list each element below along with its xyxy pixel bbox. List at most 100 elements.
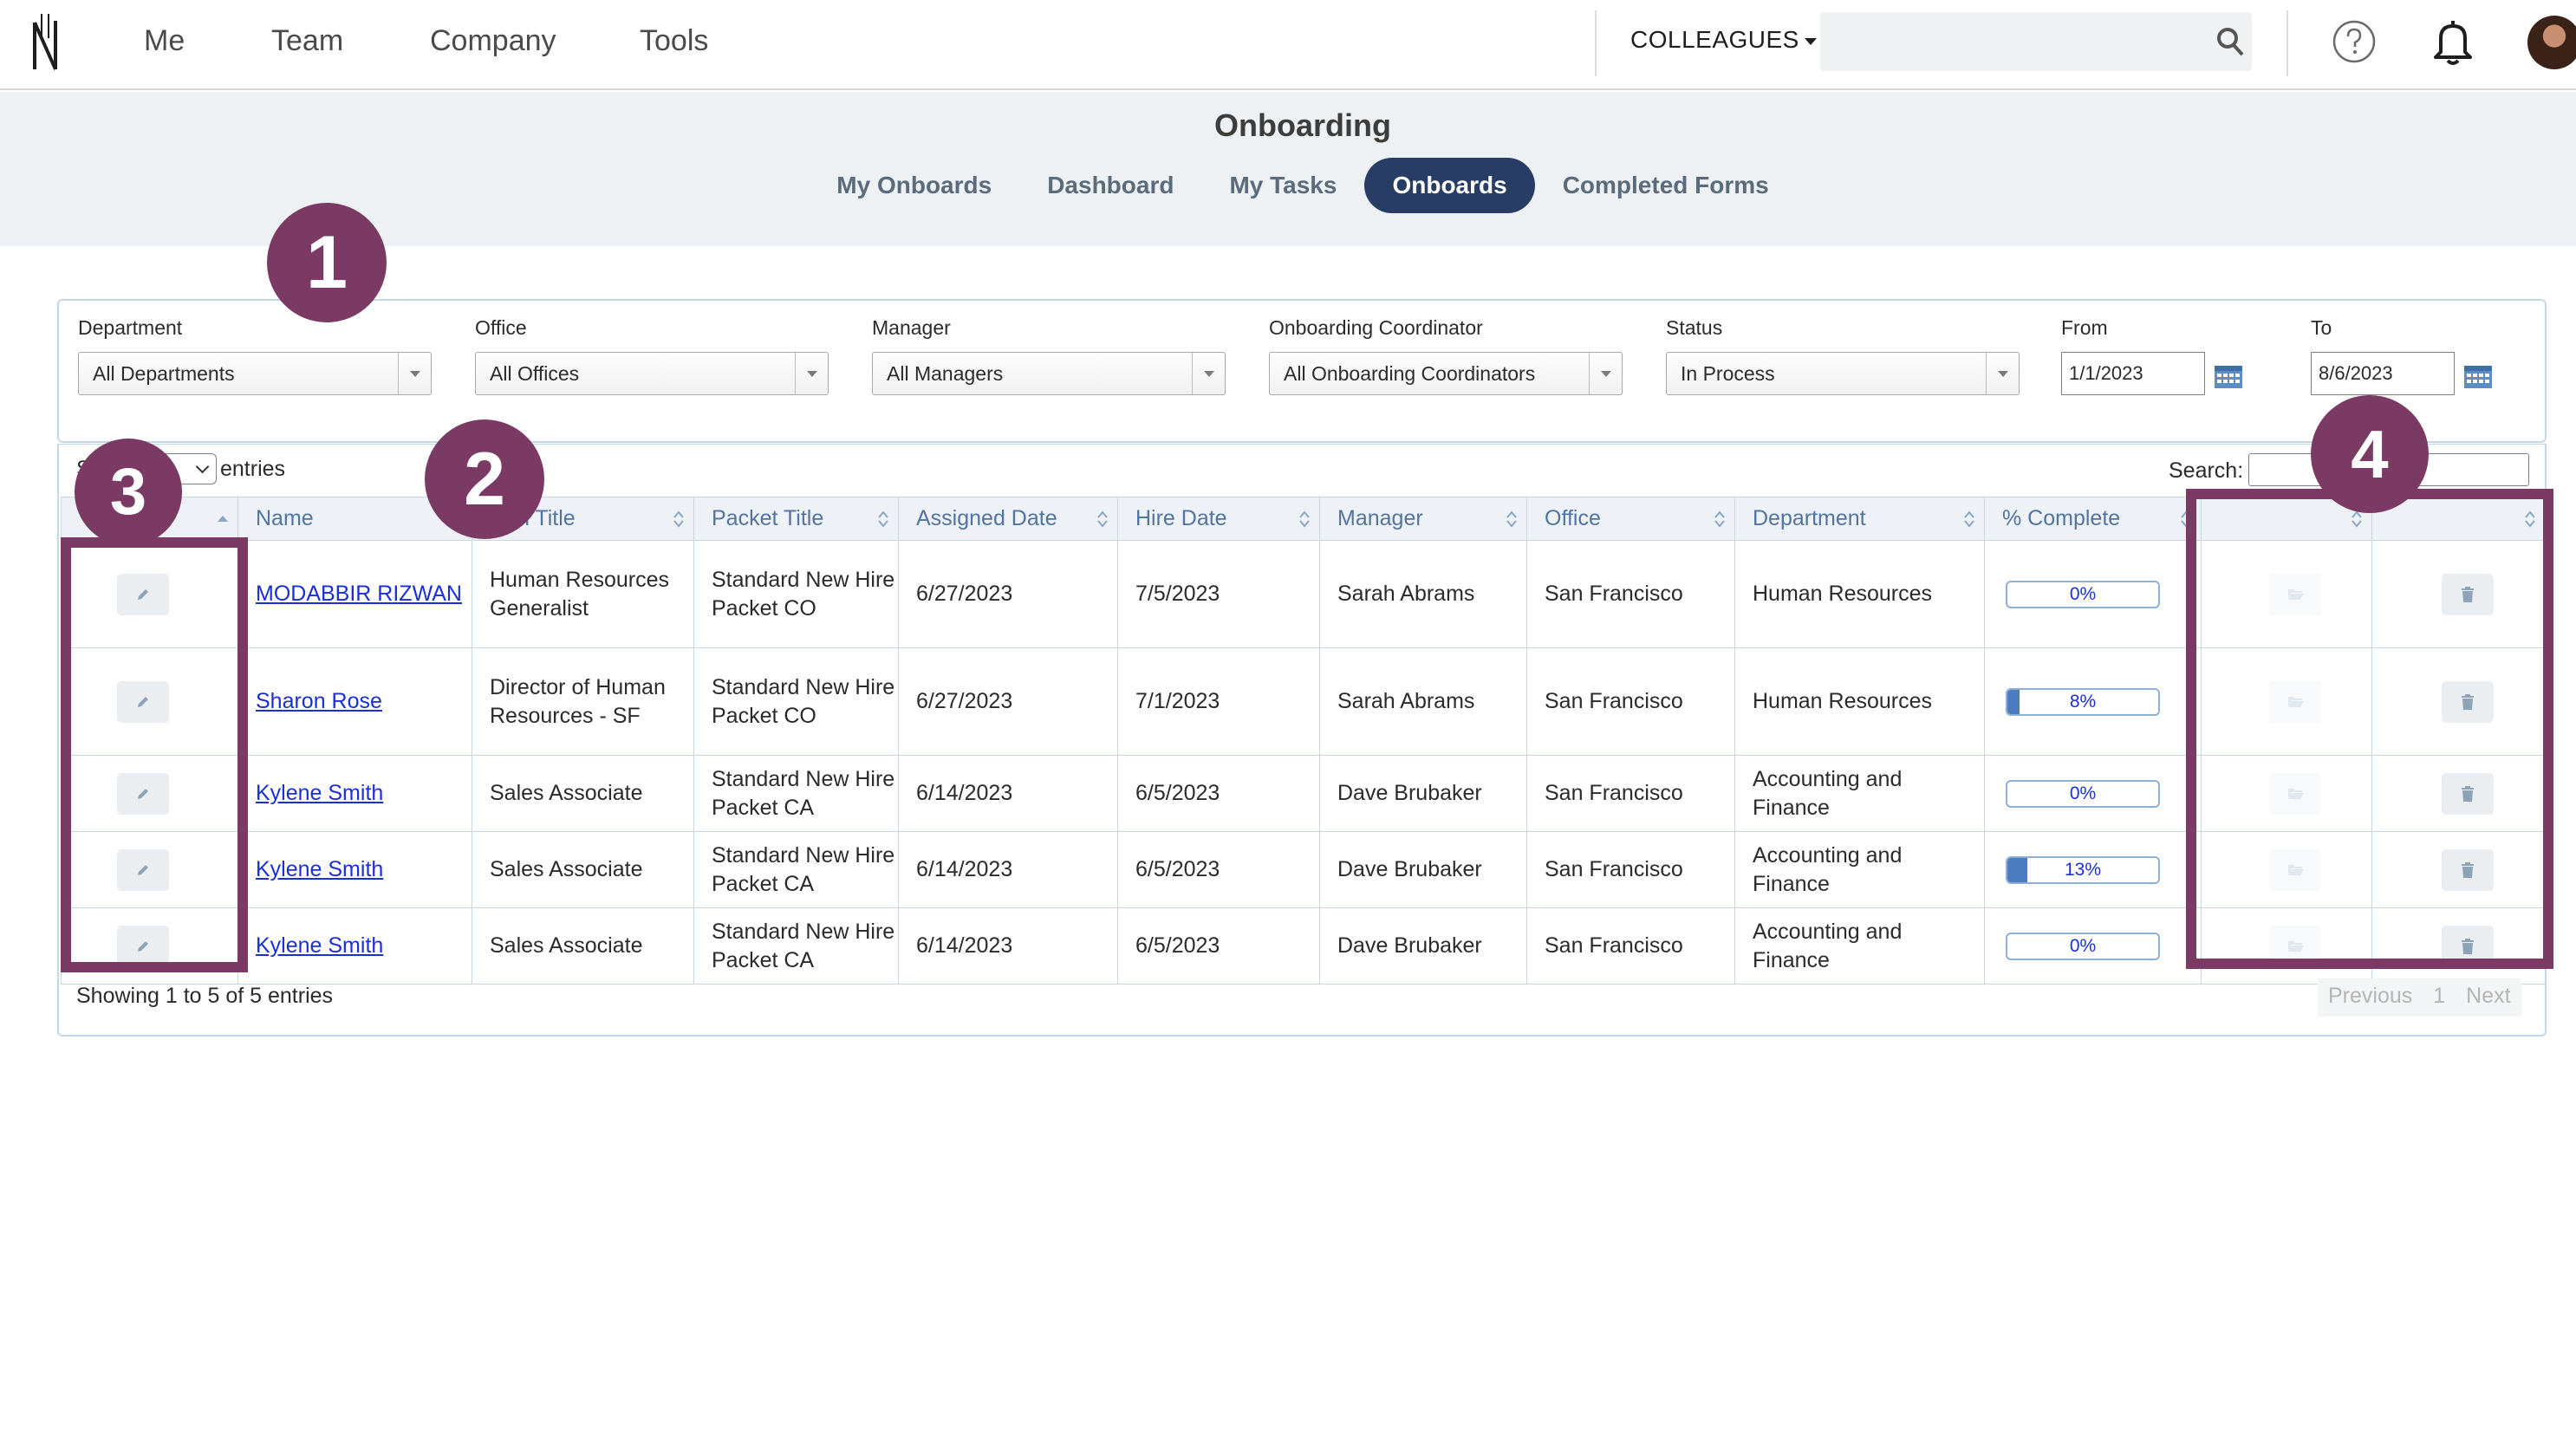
office-cell: San Francisco [1526, 540, 1735, 648]
column-header-label: Name [256, 506, 314, 530]
coordinator-value: All Onboarding Coordinators [1284, 362, 1536, 385]
employee-name-link[interactable]: MODABBIR RIZWAN [256, 582, 462, 606]
sort-icon[interactable] [1963, 510, 1975, 529]
employee-name-link[interactable]: Kylene Smith [256, 933, 383, 958]
assigned-date-cell: 6/14/2023 [898, 907, 1118, 985]
tab-my-onboards[interactable]: My Onboards [809, 158, 1019, 213]
from-date-input[interactable] [2061, 352, 2205, 395]
column-header-label: Hire Date [1135, 506, 1227, 530]
tab-dashboard[interactable]: Dashboard [1019, 158, 1201, 213]
sort-ascending-icon[interactable] [217, 510, 229, 529]
page-1-button[interactable]: 1 [2423, 978, 2456, 1017]
hire-date-cell: 6/5/2023 [1117, 907, 1320, 985]
manager-select[interactable]: All Managers [872, 352, 1226, 395]
coordinator-label: Onboarding Coordinator [1269, 316, 1483, 339]
employee-name-link[interactable]: Kylene Smith [256, 781, 383, 805]
column-header-manager[interactable]: Manager [1319, 497, 1527, 541]
status-select[interactable]: In Process [1666, 352, 2020, 395]
department-value: All Departments [93, 362, 235, 385]
column-header-percent-complete[interactable]: % Complete [1984, 497, 2202, 541]
department-cell: Accounting and Finance [1734, 831, 1985, 908]
caret-down-icon [1804, 37, 1817, 45]
position-cell: Sales Associate [472, 831, 694, 908]
department-select[interactable]: All Departments [78, 352, 432, 395]
manager-value: All Managers [887, 362, 1004, 385]
tab-onboards[interactable]: Onboards [1364, 158, 1535, 213]
column-header-label: Manager [1337, 506, 1423, 530]
complete-cell: 0% [1984, 907, 2202, 985]
nav-item-me[interactable]: Me [144, 24, 185, 58]
column-header-hire-date[interactable]: Hire Date [1117, 497, 1320, 541]
coordinator-filter: Onboarding Coordinator All Onboarding Co… [1269, 316, 1623, 395]
dropdown-arrow-icon [795, 353, 828, 394]
sort-icon[interactable] [1506, 510, 1518, 529]
office-cell: San Francisco [1526, 647, 1735, 756]
progress-label: 0% [2069, 783, 2097, 803]
column-header-packet-title[interactable]: Packet Title [693, 497, 899, 541]
packet-cell: Standard New Hire Packet CA [693, 831, 899, 908]
tab-completed-forms[interactable]: Completed Forms [1535, 158, 1797, 213]
next-page-button[interactable]: Next [2456, 978, 2521, 1017]
nav-item-tools[interactable]: Tools [640, 24, 708, 58]
position-cell: Sales Associate [472, 755, 694, 832]
status-value: In Process [1681, 362, 1775, 385]
to-label: To [2311, 316, 2332, 339]
sort-icon[interactable] [673, 510, 685, 529]
calendar-icon[interactable] [2214, 363, 2243, 389]
colleagues-dropdown[interactable]: COLLEAGUES [1630, 26, 1817, 54]
to-date-input[interactable] [2311, 352, 2455, 395]
manager-cell: Sarah Abrams [1319, 647, 1527, 756]
help-icon[interactable] [2332, 19, 2377, 64]
office-label: Office [475, 316, 527, 339]
previous-page-button[interactable]: Previous [2318, 978, 2423, 1017]
sort-icon[interactable] [877, 510, 889, 529]
table-row: Kylene Smith Sales Associate Standard New … [61, 907, 2546, 985]
nav-divider [2287, 10, 2288, 76]
department-label: Department [78, 316, 183, 339]
nav-divider [1595, 10, 1597, 76]
app-logo[interactable] [29, 12, 64, 75]
column-header-department[interactable]: Department [1734, 497, 1985, 541]
sort-icon[interactable] [1714, 510, 1726, 529]
name-cell: Kylene Smith [237, 755, 472, 832]
coordinator-select[interactable]: All Onboarding Coordinators [1269, 352, 1623, 395]
column-header-assigned-date[interactable]: Assigned Date [898, 497, 1118, 541]
user-avatar[interactable] [2527, 16, 2576, 69]
calendar-icon[interactable] [2463, 363, 2493, 389]
department-cell: Human Resources [1734, 540, 1985, 648]
bell-icon[interactable] [2430, 17, 2475, 66]
office-select[interactable]: All Offices [475, 352, 829, 395]
search-icon[interactable] [2215, 26, 2245, 57]
progress-label: 0% [2069, 583, 2097, 604]
office-cell: San Francisco [1526, 755, 1735, 832]
department-cell: Accounting and Finance [1734, 907, 1985, 985]
employee-name-link[interactable]: Sharon Rose [256, 689, 382, 713]
progress-bar: 0% [2006, 932, 2160, 960]
dropdown-arrow-icon [398, 353, 431, 394]
progress-label: 0% [2069, 935, 2097, 956]
table-row: Sharon Rose Director of Human Resources -… [61, 647, 2546, 756]
callout-4: 4 [2311, 395, 2429, 513]
hire-date-cell: 6/5/2023 [1117, 755, 1320, 832]
tab-my-tasks[interactable]: My Tasks [1201, 158, 1364, 213]
office-value: All Offices [490, 362, 580, 385]
global-search-input[interactable] [1820, 12, 2252, 71]
department-cell: Accounting and Finance [1734, 755, 1985, 832]
progress-bar: 0% [2006, 580, 2160, 608]
column-header-office[interactable]: Office [1526, 497, 1735, 541]
hire-date-cell: 7/1/2023 [1117, 647, 1320, 756]
progress-label: 13% [2064, 859, 2102, 880]
employee-name-link[interactable]: Kylene Smith [256, 857, 383, 881]
table-body: MODABBIR RIZWAN Human Resources Generalis… [61, 540, 2546, 985]
nav-item-team[interactable]: Team [271, 24, 343, 58]
progress-label: 8% [2069, 691, 2097, 712]
sort-icon[interactable] [1096, 510, 1109, 529]
callout-2: 2 [425, 419, 544, 539]
table-row: MODABBIR RIZWAN Human Resources Generalis… [61, 540, 2546, 648]
nav-item-company[interactable]: Company [430, 24, 556, 58]
position-cell: Sales Associate [472, 907, 694, 985]
column-header-label: % Complete [2002, 506, 2121, 530]
filter-panel: Department All Departments Office All Of… [57, 299, 2547, 443]
name-cell: MODABBIR RIZWAN [237, 540, 472, 648]
sort-icon[interactable] [1298, 510, 1311, 529]
